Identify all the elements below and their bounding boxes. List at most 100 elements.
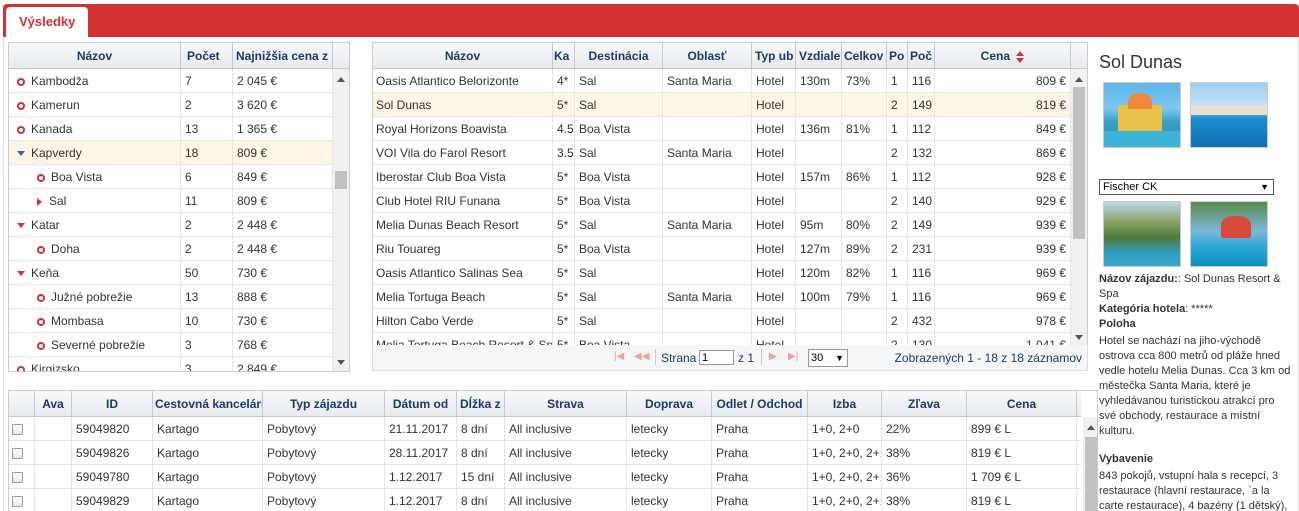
first-page-icon[interactable]: |◀ <box>614 351 624 362</box>
country-row[interactable]: Doha 2 2 448 € <box>9 237 333 261</box>
country-row[interactable]: Kanada 13 1 365 € <box>9 117 333 141</box>
hotel-type: Hotel <box>752 237 796 261</box>
col-header-offer-price[interactable]: Cena <box>967 391 1077 417</box>
hotel-row[interactable]: Melia Dunas Beach Resort 5* Sal Santa Maria… <box>373 213 1071 237</box>
countries-scrollbar[interactable] <box>333 69 349 371</box>
hotel-row[interactable]: VOI Vila do Farol Resort3.5*SalSanta Mar… <box>373 141 1071 165</box>
col-header-departure[interactable]: Odlet / Odchod <box>712 391 808 417</box>
country-row[interactable]: Severné pobrežie 3 768 € <box>9 333 333 357</box>
expand-icon[interactable] <box>37 197 42 206</box>
hotel-photo-4[interactable] <box>1190 201 1268 267</box>
last-page-icon[interactable]: ▶| <box>788 351 798 362</box>
country-row[interactable]: Sal 11 809 € <box>9 189 333 213</box>
country-min-price: 849 € <box>233 165 333 189</box>
col-header-accommodation[interactable]: Typ ub <box>752 43 796 69</box>
country-row[interactable]: Mombasa 10 730 € <box>9 309 333 333</box>
col-header-count[interactable]: Počet <box>181 43 233 69</box>
col-header-availability[interactable]: Ava <box>35 391 72 417</box>
country-row[interactable]: Keňa 50 730 € <box>9 261 333 285</box>
sort-icon[interactable] <box>1016 50 1025 63</box>
col-header-distance[interactable]: Vzdiale <box>796 43 842 69</box>
offer-checkbox[interactable] <box>12 424 23 436</box>
col-header-agency[interactable]: Cestovná kancelária <box>153 391 263 417</box>
country-row[interactable]: Južné pobrežie 13 888 € <box>9 285 333 309</box>
country-row[interactable]: Kambodža 7 2 045 € <box>9 69 333 93</box>
col-header-min-price[interactable]: Najnižšia cena z <box>233 43 333 69</box>
offer-row[interactable]: 59049829 Kartago Pobytový 1.12.2017 8 dní All… <box>9 489 1081 511</box>
hotel-type: Hotel <box>752 69 796 93</box>
offer-agency: Kartago <box>153 465 263 489</box>
col-header-destination[interactable]: Destinácia <box>575 43 663 69</box>
hotels-scrollbar[interactable] <box>1071 69 1087 345</box>
hotel-row[interactable]: Iberostar Club Boa Vista 5* Boa Vista Hotel… <box>373 165 1071 189</box>
hotel-row[interactable]: Oasis Atlantico Belorizonte 4* Sal Santa Ma… <box>373 69 1071 93</box>
hotel-row[interactable]: Riu Touareg 5* Boa Vista Hotel 127m 89% 2 231 93… <box>373 237 1071 261</box>
country-row[interactable]: Kapverdy 18 809 € <box>9 141 333 165</box>
hotel-type: Hotel <box>752 261 796 285</box>
col-header-price[interactable]: Cena <box>935 43 1071 69</box>
col-header-po[interactable]: Po <box>887 43 908 69</box>
hotel-photo-1[interactable] <box>1103 82 1181 148</box>
col-header-tour-type[interactable]: Typ zájazdu <box>263 391 385 417</box>
hotel-row[interactable]: Sol Dunas 5* Sal Hotel 2 149 819 € <box>373 93 1071 117</box>
tab-vysledky[interactable]: Výsledky <box>6 7 89 37</box>
country-name: Severné pobrežie <box>51 338 146 352</box>
col-header-hotel-name[interactable]: Názov <box>373 43 553 69</box>
next-page-icon[interactable]: ▶ <box>769 351 777 362</box>
country-row[interactable]: Kamerun 2 3 620 € <box>9 93 333 117</box>
collapse-icon[interactable] <box>17 223 25 229</box>
hotel-count: 116 <box>908 69 935 93</box>
country-row[interactable]: Katar 2 2 448 € <box>9 213 333 237</box>
hotel-photo-3[interactable] <box>1103 201 1181 267</box>
col-header-discount[interactable]: Zľava <box>882 391 967 417</box>
per-page-select[interactable]: 30 ▼ <box>808 349 848 367</box>
prev-page-icon[interactable]: ◀◀ <box>634 351 649 362</box>
offer-agency: Kartago <box>153 489 263 511</box>
country-count: 11 <box>181 189 233 213</box>
country-row[interactable]: Boa Vista 6 849 € <box>9 165 333 189</box>
hotel-row[interactable]: Club Hotel RIU Funana 5* Boa Vista Hotel 2 14… <box>373 189 1071 213</box>
collapse-icon[interactable] <box>17 271 25 277</box>
hotel-row[interactable]: Melia Tortuga Beach Resort & Spa 5* Boa Vi… <box>373 333 1071 345</box>
hotel-destination: Sal <box>575 93 663 117</box>
scroll-up-icon[interactable] <box>1075 77 1083 82</box>
page-input[interactable] <box>699 350 734 365</box>
country-row[interactable]: Kirgizsko 3 2 849 € <box>9 357 333 371</box>
col-header-date-from[interactable]: Dátum od <box>385 391 457 417</box>
country-count: 7 <box>181 69 233 93</box>
col-header-id[interactable]: ID <box>72 391 153 417</box>
scroll-down-icon[interactable] <box>337 360 345 365</box>
hotel-row[interactable]: Melia Tortuga Beach 5* Sal Santa Maria Hotel… <box>373 285 1071 309</box>
agency-select[interactable]: Fischer CK ▼ <box>1099 179 1274 195</box>
col-header-poc[interactable]: Poč <box>908 43 935 69</box>
col-header-board[interactable]: Strava <box>505 391 627 417</box>
offer-checkbox[interactable] <box>12 496 23 508</box>
offer-row[interactable]: 59049826 Kartago Pobytový 28.11.2017 8 dní Al… <box>9 441 1081 465</box>
offer-checkbox[interactable] <box>12 472 23 484</box>
hotel-price: 819 € <box>935 93 1071 117</box>
col-header-room[interactable]: Izba <box>808 391 882 417</box>
hotels-scroll-thumb[interactable] <box>1073 87 1085 239</box>
col-header-name[interactable]: Názov <box>9 43 181 69</box>
hotel-row[interactable]: Royal Horizons Boavista4.5*Boa Vista Hote… <box>373 117 1071 141</box>
hotel-row[interactable]: Oasis Atlantico Salinas Sea 5* Sal Hotel 120… <box>373 261 1071 285</box>
offer-checkbox-cell <box>9 417 35 441</box>
hotel-destination: Sal <box>575 309 663 333</box>
col-header-area[interactable]: Oblasť <box>663 43 752 69</box>
hotel-photo-2[interactable] <box>1190 82 1268 148</box>
collapse-icon[interactable] <box>17 151 25 157</box>
scroll-down-icon[interactable] <box>1075 335 1083 340</box>
col-header-rating[interactable]: Celkov <box>842 43 887 69</box>
col-header-category[interactable]: Ka <box>553 43 575 69</box>
hotel-row[interactable]: Hilton Cabo Verde 5* Sal Hotel 2 432 978 € <box>373 309 1071 333</box>
col-header-transport[interactable]: Doprava <box>627 391 712 417</box>
offer-row[interactable]: 59049820 Kartago Pobytový 21.11.2017 8 dní Al… <box>9 417 1081 441</box>
offer-row[interactable]: 59049780 Kartago Pobytový 1.12.2017 15 dní Al… <box>9 465 1081 489</box>
country-min-price: 2 448 € <box>233 237 333 261</box>
offer-checkbox[interactable] <box>12 448 23 460</box>
col-header-length[interactable]: Dĺžka z <box>457 391 505 417</box>
scroll-up-icon[interactable] <box>337 77 345 82</box>
offer-departure: Praha <box>712 417 808 441</box>
countries-scroll-thumb[interactable] <box>335 171 347 189</box>
hotel-rating: 81% <box>842 117 887 141</box>
